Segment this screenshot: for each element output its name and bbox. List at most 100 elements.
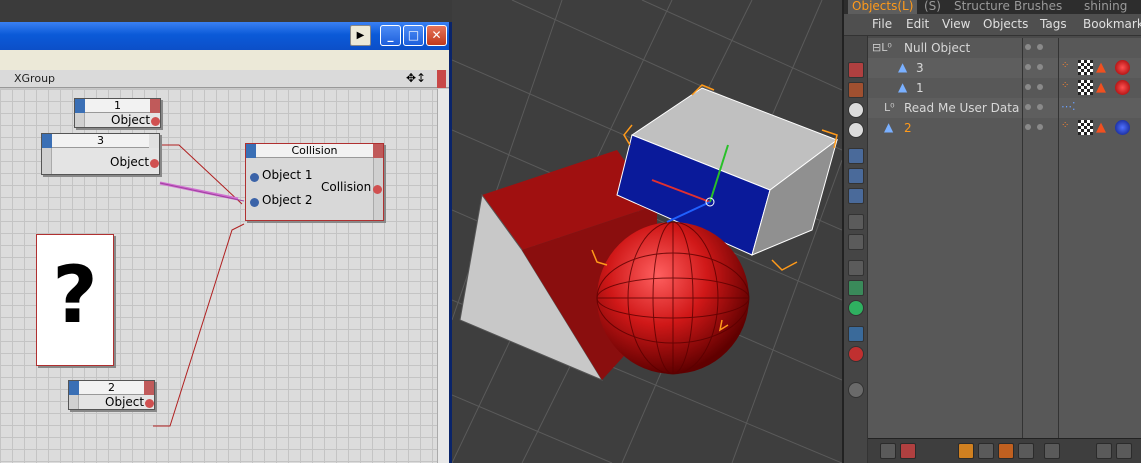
sphere-tool-icon[interactable] [848, 122, 864, 138]
menu-file[interactable]: File [872, 17, 892, 31]
window-titlebar[interactable]: ▶ _ □ ✕ [0, 22, 449, 50]
menu-objects[interactable]: Objects [983, 17, 1028, 31]
object-row-null[interactable]: ⊟L⁰ Null Object [868, 38, 1141, 58]
tag-icon[interactable]: ⁘ [1061, 120, 1076, 135]
visibility-dots[interactable] [1025, 82, 1045, 94]
node-title: 1 [114, 99, 121, 112]
manager-tabs: Objects(L) (S) Structure Brushes shining [844, 0, 1141, 14]
manager-tool-strip [844, 36, 868, 463]
move-arrows-icon[interactable]: ✥↕ [406, 71, 426, 85]
tag-icon[interactable]: ⁘ [1061, 80, 1076, 95]
tool-icon[interactable] [848, 260, 864, 276]
tool-icon[interactable] [848, 280, 864, 296]
node-color-blue [69, 381, 79, 395]
node-side [69, 395, 79, 409]
toolbar-icon[interactable] [880, 443, 896, 459]
object-node-3[interactable]: 3 Object [41, 133, 160, 175]
tag-icon[interactable]: ⁘ [1061, 60, 1076, 75]
output-port-dot[interactable] [145, 399, 154, 408]
material-tag-icon[interactable] [1115, 120, 1130, 135]
null-object-icon: L⁰ [884, 101, 895, 114]
object-node-2[interactable]: 2 Object [68, 380, 155, 410]
menu-bookmarks[interactable]: Bookmarks [1083, 17, 1141, 31]
triangle-tool-icon[interactable] [848, 148, 864, 164]
input-label-object-1: Object 1 [262, 168, 313, 182]
brush-icon[interactable] [1096, 443, 1112, 459]
visibility-dots[interactable] [1025, 42, 1045, 54]
collision-node[interactable]: Collision Object 1 Object 2 Collision [245, 143, 384, 221]
3d-viewport[interactable] [452, 0, 842, 463]
tab-objects[interactable]: Objects(L) [848, 0, 918, 14]
green-dot-icon[interactable] [848, 300, 864, 316]
object-row-readme[interactable]: L⁰ Read Me User Data ⋯⁚ [868, 98, 1141, 118]
material-tag-icon[interactable] [1115, 60, 1130, 75]
node-title: Collision [291, 144, 338, 157]
object-row-1[interactable]: ▲ 1 ⁘ ▲ [868, 78, 1141, 98]
tab-brushes[interactable]: Brushes [1010, 0, 1066, 14]
toolbar-icon[interactable] [1018, 443, 1034, 459]
polygon-object-icon: ▲ [884, 120, 894, 134]
triangle-tag-icon[interactable]: ▲ [1096, 120, 1111, 135]
tool-icon[interactable] [848, 326, 864, 342]
tool-icon[interactable] [848, 234, 864, 250]
node-color-blue [75, 99, 85, 113]
circle-tool-icon[interactable] [848, 382, 864, 398]
input-port-dot-1[interactable] [250, 173, 259, 182]
close-button[interactable]: ✕ [426, 25, 447, 46]
output-port-dot[interactable] [373, 185, 382, 194]
toolbar-icon[interactable] [978, 443, 994, 459]
object-name: 3 [916, 61, 924, 75]
menu-tags[interactable]: Tags [1040, 17, 1067, 31]
tab-structure[interactable]: Structure [950, 0, 1014, 14]
tab-s[interactable]: (S) [920, 0, 945, 14]
toolbar-icon[interactable] [900, 443, 916, 459]
toolbar-icon[interactable] [998, 443, 1014, 459]
add-icon[interactable] [958, 443, 974, 459]
node-title: 3 [97, 134, 104, 147]
menu-view[interactable]: View [942, 17, 970, 31]
object-row-2[interactable]: ▲ 2 ⁘ ▲ [868, 118, 1141, 138]
object-node-1[interactable]: 1 Object [74, 98, 161, 128]
tool-icon[interactable] [848, 82, 864, 98]
material-tag-icon[interactable] [1115, 80, 1130, 95]
node-header: Collision [246, 144, 383, 158]
texture-tag-icon[interactable] [1078, 60, 1093, 75]
output-port-dot[interactable] [150, 159, 159, 168]
visibility-dots[interactable] [1025, 102, 1045, 114]
vertical-scrollbar[interactable] [437, 89, 449, 463]
red-dot-icon[interactable] [848, 346, 864, 362]
triangle-tag-icon[interactable]: ▲ [1096, 80, 1111, 95]
node-output-label: Object [111, 113, 151, 127]
toolbar-icon[interactable] [1044, 443, 1060, 459]
texture-tag-icon[interactable] [1078, 80, 1093, 95]
object-row-3[interactable]: ▲ 3 ⁘ ▲ [868, 58, 1141, 78]
visibility-dots[interactable] [1025, 122, 1045, 134]
minimize-button[interactable]: _ [380, 25, 401, 46]
viewport-scene [452, 0, 842, 463]
triangle-tool-icon[interactable] [848, 168, 864, 184]
sphere-tool-icon[interactable] [848, 102, 864, 118]
object-name: 1 [916, 81, 924, 95]
toolbar-icon[interactable] [1116, 443, 1132, 459]
tab-shining[interactable]: shining [1080, 0, 1131, 14]
xpresso-tag-icon[interactable]: ⋯⁚ [1061, 100, 1076, 115]
input-label-object-2: Object 2 [262, 193, 313, 207]
texture-tag-icon[interactable] [1078, 120, 1093, 135]
menu-edit[interactable]: Edit [906, 17, 929, 31]
visibility-dots[interactable] [1025, 62, 1045, 74]
column-separator [1058, 38, 1059, 438]
xpresso-panel: XGroup ✥↕ 1 Object 3 Object Collision Ob… [0, 70, 449, 463]
null-tool-icon[interactable] [848, 214, 864, 230]
triangle-tool-icon[interactable] [848, 188, 864, 204]
node-color-blue [42, 134, 52, 148]
maximize-button[interactable]: □ [403, 25, 424, 46]
triangle-tag-icon[interactable]: ▲ [1096, 60, 1111, 75]
node-output-label: Object [110, 155, 150, 169]
polygon-object-icon: ▲ [898, 60, 908, 74]
play-button[interactable]: ▶ [350, 25, 371, 46]
tool-icon[interactable] [848, 62, 864, 78]
input-port-dot-2[interactable] [250, 198, 259, 207]
output-port-dot[interactable] [151, 117, 160, 126]
object-list: ⊟L⁰ Null Object ▲ 3 ⁘ ▲ ▲ 1 ⁘ ▲ L⁰ Read … [868, 38, 1141, 438]
node-output-label: Object [105, 395, 145, 409]
